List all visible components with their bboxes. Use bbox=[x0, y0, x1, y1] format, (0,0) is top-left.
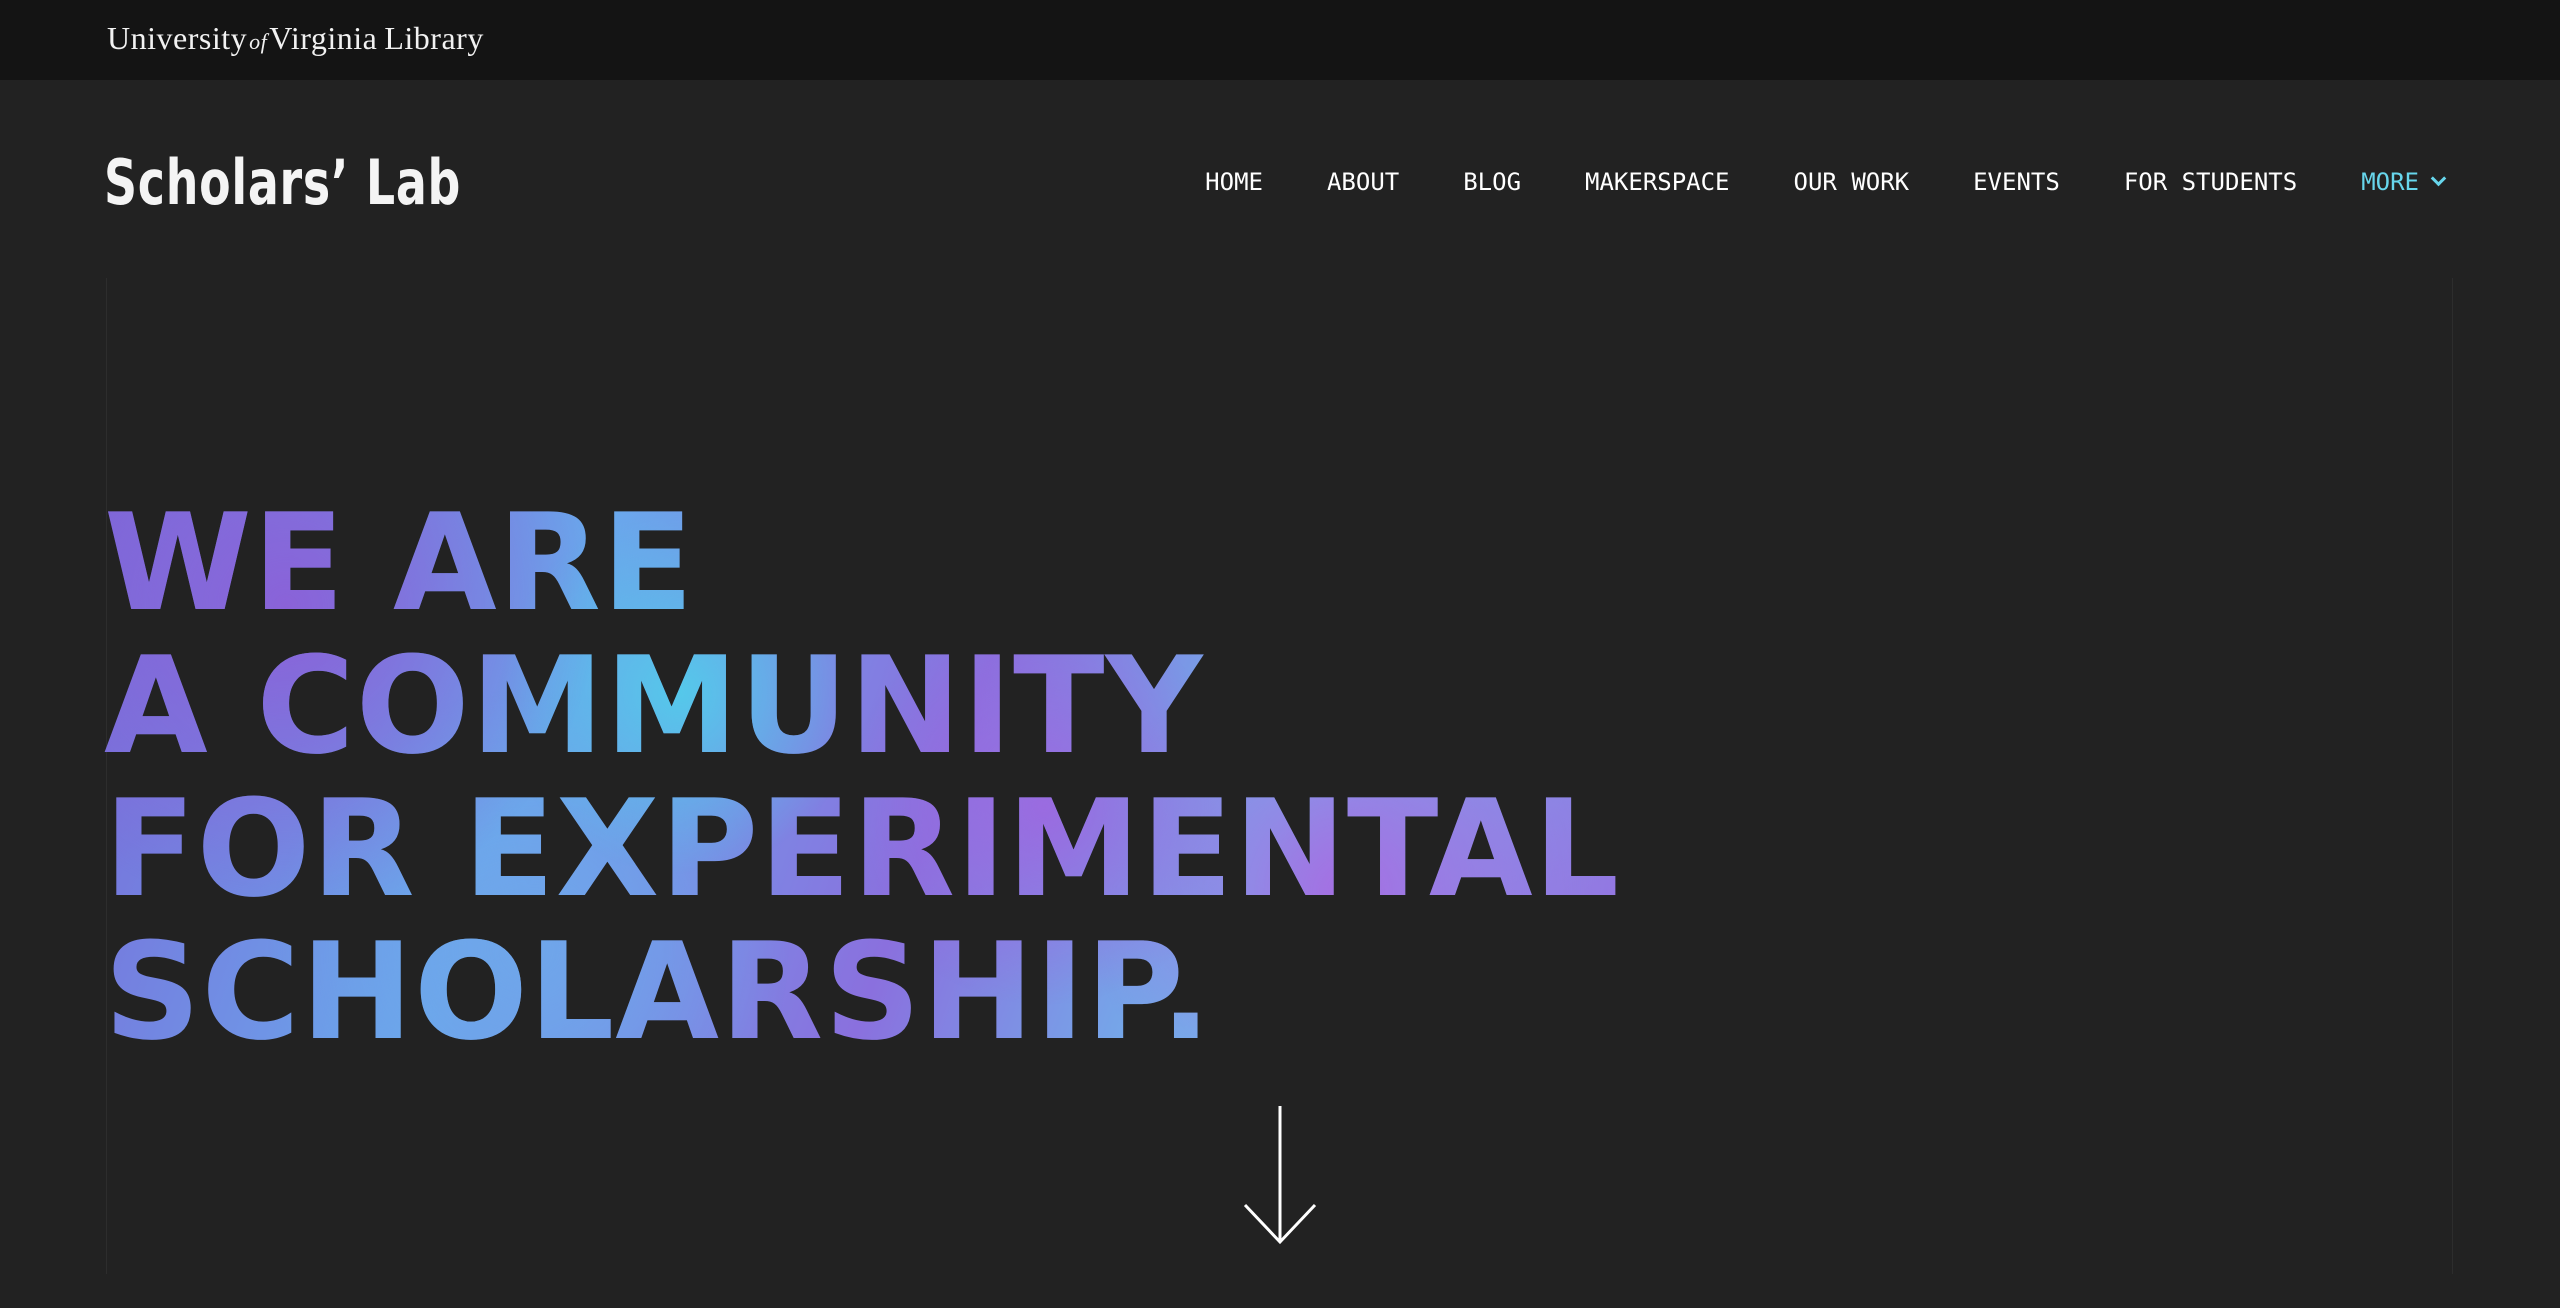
nav-item-our-work[interactable]: OUR WORK bbox=[1794, 162, 1910, 202]
nav-item-events[interactable]: EVENTS bbox=[1973, 162, 2060, 202]
nav-item-more[interactable]: MORE bbox=[2361, 162, 2447, 202]
logo-of: of bbox=[249, 29, 268, 54]
hero-line: A COMMUNITY bbox=[104, 628, 1204, 784]
logo-library: Library bbox=[384, 20, 484, 56]
main-navigation: HOME ABOUT BLOG MAKERSPACE OUR WORK EVEN… bbox=[1205, 162, 2447, 202]
hero-line: SCHOLARSHIP. bbox=[104, 914, 1213, 1070]
chevron-down-icon bbox=[2430, 170, 2447, 186]
hero-guide-line-right bbox=[2452, 278, 2453, 1274]
logo-university: University bbox=[107, 20, 248, 56]
top-utility-bar: UniversityofVirginia Library bbox=[0, 0, 2560, 80]
hero-line: FOR EXPERIMENTAL bbox=[104, 771, 1621, 927]
nav-item-about[interactable]: ABOUT bbox=[1327, 162, 1399, 202]
nav-item-blog[interactable]: BLOG bbox=[1463, 162, 1521, 202]
arrow-down-icon bbox=[1243, 1106, 1317, 1245]
nav-item-for-students[interactable]: FOR STUDENTS bbox=[2124, 162, 2297, 202]
site-brand-logo[interactable]: Scholars’ Lab bbox=[104, 138, 461, 228]
nav-item-more-label: MORE bbox=[2361, 168, 2419, 196]
scroll-down-button[interactable] bbox=[1242, 1106, 1318, 1246]
uva-library-logo[interactable]: UniversityofVirginia Library bbox=[107, 22, 484, 58]
hero-line: WE ARE bbox=[104, 485, 695, 641]
nav-item-home[interactable]: HOME bbox=[1205, 162, 1263, 202]
hero-headline: WE ARE A COMMUNITY FOR EXPERIMENTAL SCHO… bbox=[104, 485, 1621, 1070]
nav-item-makerspace[interactable]: MAKERSPACE bbox=[1585, 162, 1730, 202]
logo-virginia: Virginia bbox=[269, 20, 378, 56]
